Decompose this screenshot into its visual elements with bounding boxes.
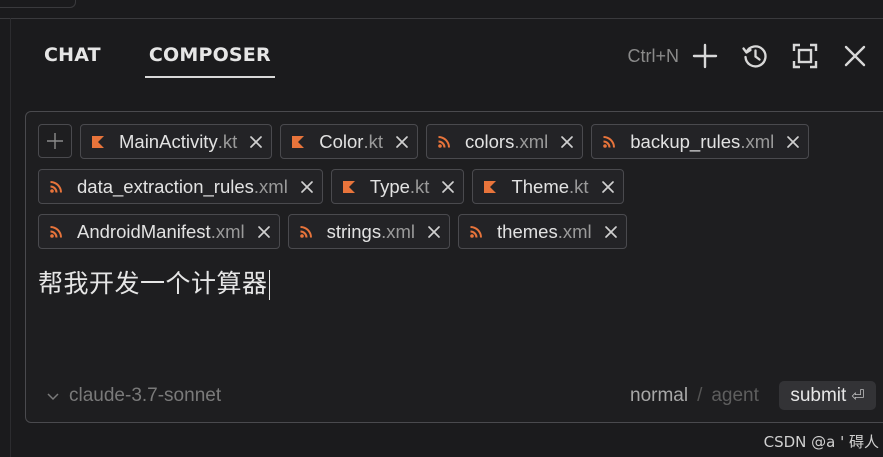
panel-divider — [10, 18, 11, 457]
remove-chip-icon[interactable] — [395, 135, 409, 149]
file-extension: .xml — [381, 220, 416, 242]
xml-file-icon — [470, 225, 483, 238]
new-composer-shortcut: Ctrl+N — [627, 45, 679, 66]
file-extension: .kt — [363, 130, 383, 152]
history-button[interactable] — [737, 38, 773, 74]
remove-chip-icon[interactable] — [786, 135, 800, 149]
file-name: strings — [326, 220, 382, 242]
file-extension: .kt — [217, 130, 238, 152]
context-file-chips: MainActivity .kt Color .kt colors .xml back… — [38, 124, 878, 259]
remove-chip-icon[interactable] — [560, 135, 574, 149]
file-name: colors — [464, 130, 515, 152]
xml-file-icon — [603, 135, 616, 148]
remove-chip-icon[interactable] — [257, 225, 271, 239]
file-name: data_extraction_rules — [77, 175, 254, 197]
xml-file-icon — [50, 225, 62, 238]
maximize-icon — [792, 43, 818, 69]
kotlin-file-icon — [342, 180, 355, 193]
kotlin-file-icon — [484, 180, 497, 193]
file-name: MainActivity — [119, 130, 218, 152]
file-chip[interactable]: themes .xml — [458, 214, 627, 249]
file-name: Theme — [511, 175, 570, 197]
file-name: Type — [369, 175, 410, 197]
model-selector[interactable]: claude-3.7-sonnet — [46, 384, 221, 408]
maximize-button[interactable] — [787, 38, 823, 74]
mode-separator: / — [697, 385, 703, 406]
plus-icon — [692, 43, 718, 69]
panel-tabs: CHAT COMPOSER — [44, 44, 275, 78]
file-name: AndroidManifest — [77, 220, 211, 242]
file-chip[interactable]: colors .xml — [425, 124, 584, 159]
prompt-text: 帮我开发一个计算器 — [38, 269, 268, 298]
kotlin-file-icon — [292, 135, 305, 148]
plus-icon — [47, 133, 63, 149]
close-panel-button[interactable] — [837, 38, 873, 74]
history-icon — [742, 45, 767, 68]
file-chip[interactable]: strings .xml — [287, 214, 451, 249]
remove-chip-icon[interactable] — [249, 135, 263, 149]
file-extension: .xml — [253, 175, 288, 197]
file-chip[interactable]: data_extraction_rules .xml — [38, 169, 323, 204]
tab-composer[interactable]: COMPOSER — [144, 44, 275, 78]
file-chip[interactable]: MainActivity .kt — [80, 124, 273, 159]
close-icon — [844, 45, 866, 67]
file-chip[interactable]: Color .kt — [280, 124, 418, 159]
submit-button[interactable]: submit ⏎ — [779, 381, 876, 410]
file-extension: .xml — [210, 220, 245, 242]
mode-switch: normal / agent — [630, 382, 759, 410]
file-chip[interactable]: Theme .kt — [472, 169, 624, 204]
chevron-down-icon — [47, 393, 59, 401]
composer-toolbar: Ctrl+N — [627, 38, 873, 74]
tab-chat[interactable]: CHAT — [44, 44, 105, 78]
file-extension: .kt — [569, 175, 589, 197]
file-chip[interactable]: backup_rules .xml — [591, 124, 810, 159]
file-name: backup_rules — [630, 130, 741, 152]
file-chip[interactable]: Type .kt — [330, 169, 465, 204]
enter-key-icon: ⏎ — [851, 387, 865, 405]
mode-agent[interactable]: agent — [711, 385, 759, 407]
model-name: claude-3.7-sonnet — [69, 385, 222, 406]
new-composer-button[interactable] — [687, 38, 723, 74]
remove-chip-icon[interactable] — [427, 225, 441, 239]
prompt-input[interactable]: 帮我开发一个计算器 — [38, 264, 271, 300]
mode-normal[interactable]: normal — [630, 385, 688, 407]
file-extension: .xml — [740, 130, 775, 152]
file-name: Color — [319, 130, 364, 152]
submit-label: submit — [790, 384, 847, 406]
remove-chip-icon[interactable] — [441, 180, 455, 194]
window-frame-corner — [0, 0, 76, 8]
file-name: themes — [497, 220, 558, 242]
kotlin-file-icon — [92, 135, 104, 148]
file-extension: .xml — [514, 130, 549, 152]
watermark: CSDN @a ' 碍人 — [763, 433, 879, 451]
xml-file-icon — [299, 225, 312, 238]
add-context-button[interactable] — [38, 124, 72, 158]
chip-row: data_extraction_rules .xml Type .kt Theme.… — [38, 169, 878, 204]
text-caret — [268, 270, 271, 300]
chip-row: MainActivity .kt Color .kt colors .xml back… — [38, 124, 878, 159]
file-chip[interactable]: AndroidManifest .xml — [38, 214, 280, 249]
remove-chip-icon[interactable] — [601, 180, 615, 194]
xml-file-icon — [50, 180, 62, 193]
remove-chip-icon[interactable] — [604, 225, 618, 239]
remove-chip-icon[interactable] — [300, 180, 314, 194]
xml-file-icon — [438, 135, 450, 148]
chip-row: AndroidManifest .xml strings .xml themes .x… — [38, 214, 878, 249]
file-extension: .xml — [557, 220, 592, 242]
file-extension: .kt — [409, 175, 430, 197]
